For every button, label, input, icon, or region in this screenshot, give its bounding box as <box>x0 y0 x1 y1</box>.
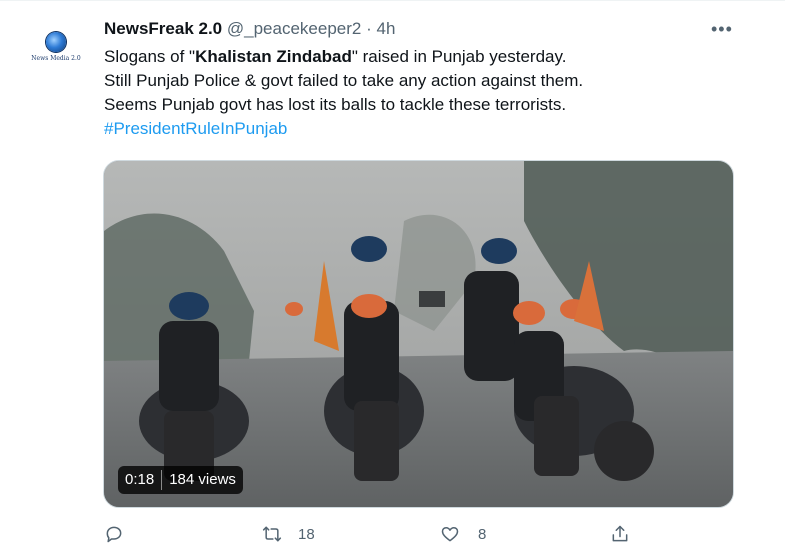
reply-icon <box>106 526 122 543</box>
tweet-header: NewsFreak 2.0 @_peacekeeper2 · 4h <box>104 18 395 40</box>
tweet-line-2: Still Punjab Police & govt failed to tak… <box>104 71 584 90</box>
display-name[interactable]: NewsFreak 2.0 <box>104 19 222 38</box>
tweet-actions: 18 8 <box>0 524 785 548</box>
retweet-button[interactable]: 18 <box>262 524 315 544</box>
tweet-line-1-end: " raised in Punjab yesterday. <box>351 47 567 66</box>
reply-button[interactable] <box>104 524 146 544</box>
avatar-logo-text: News Media 2.0 <box>31 55 81 62</box>
share-icon <box>612 525 628 542</box>
retweet-count: 18 <box>298 525 315 543</box>
badge-divider <box>161 470 163 490</box>
video-frame <box>104 161 733 507</box>
tweet-line-1: Slogans of "Khalistan Zindabad" raised i… <box>104 45 744 69</box>
more-icon[interactable]: ••• <box>711 20 733 38</box>
video-stats-badge: 0:18 184 views <box>118 466 243 494</box>
user-handle[interactable]: @_peacekeeper2 <box>227 19 361 38</box>
like-button[interactable]: 8 <box>440 524 486 544</box>
hashtag-link[interactable]: #PresidentRuleInPunjab <box>104 117 744 141</box>
retweet-icon <box>262 526 282 542</box>
top-divider <box>0 0 785 1</box>
tweet-line-1-bold: Khalistan Zindabad <box>195 47 352 66</box>
tweet-timestamp[interactable]: 4h <box>376 19 395 38</box>
header-separator: · <box>366 19 372 38</box>
video-views: 184 views <box>169 471 236 488</box>
video-player[interactable] <box>103 160 734 508</box>
share-button[interactable] <box>610 524 652 544</box>
globe-logo-icon <box>46 32 66 52</box>
tweet-line-3: Seems Punjab govt has lost its balls to … <box>104 95 567 114</box>
tweet-line-1-start: Slogans of " <box>104 47 196 66</box>
avatar[interactable]: News Media 2.0 <box>28 19 84 75</box>
like-icon <box>441 527 459 542</box>
like-count: 8 <box>478 525 487 543</box>
video-duration: 0:18 <box>125 471 155 488</box>
tweet-text: Slogans of "Khalistan Zindabad" raised i… <box>104 45 744 141</box>
